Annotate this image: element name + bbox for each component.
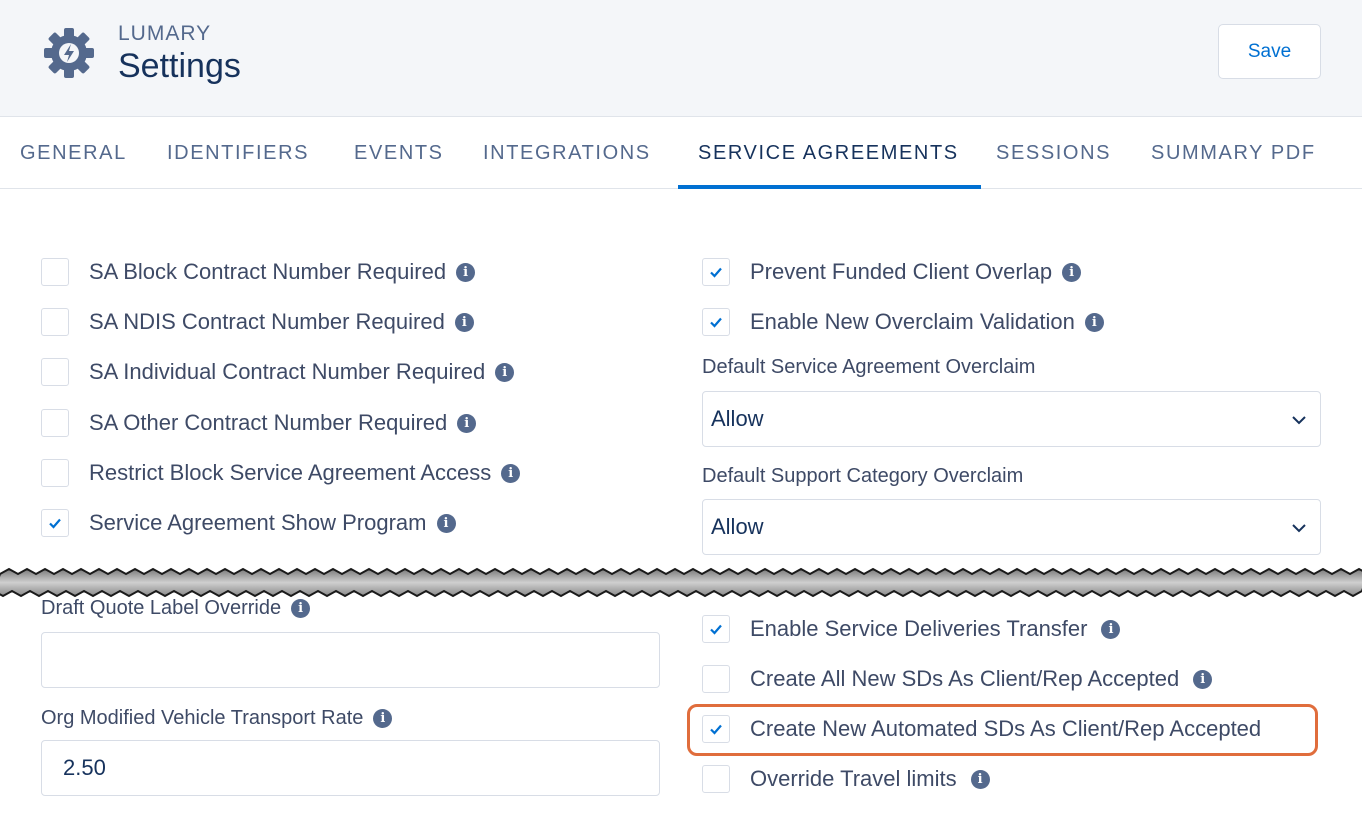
info-icon[interactable]: i	[1101, 619, 1121, 639]
setting-sa-ndis-contract-number: SA NDIS Contract Number Required i	[41, 307, 474, 337]
info-icon[interactable]: i	[1062, 262, 1082, 282]
checkbox[interactable]	[41, 509, 69, 537]
info-icon[interactable]: i	[970, 769, 990, 789]
checkbox-label: SA Other Contract Number Required	[89, 410, 448, 435]
checkbox-label: Override Travel limits	[750, 766, 957, 791]
tab-identifiers[interactable]: IDENTIFIERS	[167, 118, 309, 188]
input-label-vehicle-transport-rate: Org Modified Vehicle Transport Rate	[41, 707, 364, 729]
checkbox[interactable]	[41, 258, 69, 286]
info-icon[interactable]: i	[456, 262, 476, 282]
checkbox[interactable]	[702, 308, 730, 336]
tab-events[interactable]: EVENTS	[354, 118, 444, 188]
checkbox-label: SA Individual Contract Number Required	[89, 359, 486, 384]
chevron-down-icon	[1292, 416, 1306, 425]
checkbox[interactable]	[702, 615, 730, 643]
checkbox[interactable]	[702, 258, 730, 286]
app-name: LUMARY	[118, 22, 212, 45]
checkbox[interactable]	[702, 665, 730, 693]
checkbox-label: Service Agreement Show Program	[89, 510, 427, 535]
checkbox-label: Restrict Block Service Agreement Access	[89, 460, 492, 485]
setting-prevent-funded-client-overlap: Prevent Funded Client Overlap i	[702, 257, 1082, 287]
setting-enable-sd-transfer: Enable Service Deliveries Transfer i	[702, 614, 1121, 644]
info-icon[interactable]: i	[1193, 669, 1213, 689]
setting-sa-block-contract-number: SA Block Contract Number Required i	[41, 257, 476, 287]
checkbox-label: SA NDIS Contract Number Required	[89, 309, 445, 334]
setting-sa-show-program: Service Agreement Show Program i	[41, 508, 456, 538]
tab-integrations[interactable]: INTEGRATIONS	[483, 118, 651, 188]
info-icon[interactable]: i	[373, 709, 393, 728]
select-label-support-category-overclaim: Default Support Category Overclaim	[702, 465, 1024, 487]
vehicle-transport-rate-input[interactable]: 2.50	[41, 740, 660, 796]
setting-enable-new-overclaim-validation: Enable New Overclaim Validation i	[702, 307, 1104, 337]
settings-tabs: GENERAL IDENTIFIERS EVENTS INTEGRATIONS …	[0, 118, 1362, 189]
default-sa-overclaim-select[interactable]: Allow	[702, 391, 1321, 447]
checkbox-label: Prevent Funded Client Overlap	[750, 259, 1053, 284]
tab-service-agreements[interactable]: SERVICE AGREEMENTS	[678, 118, 981, 189]
check-icon	[710, 317, 722, 328]
setting-create-all-sds-accepted: Create All New SDs As Client/Rep Accepte…	[702, 664, 1213, 694]
info-icon[interactable]: i	[454, 312, 474, 332]
default-support-category-overclaim-select[interactable]: Allow	[702, 499, 1321, 555]
checkbox[interactable]	[41, 409, 69, 437]
info-icon[interactable]: i	[291, 599, 311, 618]
setting-restrict-block-sa-access: Restrict Block Service Agreement Access …	[41, 458, 521, 488]
info-icon[interactable]: i	[495, 362, 515, 382]
checkbox[interactable]	[702, 765, 730, 793]
draft-quote-label-input[interactable]	[41, 632, 660, 688]
info-icon[interactable]: i	[436, 513, 456, 533]
input-value: 2.50	[63, 755, 106, 780]
chevron-down-icon	[1292, 524, 1306, 533]
field-label: Default Service Agreement Overclaim	[702, 356, 1035, 379]
checkbox[interactable]	[41, 459, 69, 487]
gear-lightning-icon	[44, 28, 94, 78]
check-icon	[710, 267, 722, 278]
page-header: LUMARY Settings Save	[0, 0, 1362, 117]
tab-sessions[interactable]: SESSIONS	[996, 118, 1111, 188]
field-label: Draft Quote Label Override i	[41, 597, 311, 620]
field-label: Org Modified Vehicle Transport Rate i	[41, 707, 393, 730]
field-label: Default Support Category Overclaim	[702, 465, 1023, 488]
checkbox[interactable]	[41, 358, 69, 386]
select-value: Allow	[711, 406, 764, 431]
check-icon	[710, 624, 722, 635]
page-title: Settings	[118, 47, 241, 85]
save-button[interactable]: Save	[1218, 24, 1321, 79]
select-value: Allow	[711, 514, 764, 539]
checkbox-label: Enable Service Deliveries Transfer	[750, 616, 1088, 641]
select-label-sa-overclaim: Default Service Agreement Overclaim	[702, 356, 1036, 378]
info-icon[interactable]: i	[501, 463, 521, 483]
setting-sa-individual-contract-number: SA Individual Contract Number Required i	[41, 357, 515, 387]
info-icon[interactable]: i	[457, 413, 477, 433]
input-label-draft-quote: Draft Quote Label Override	[41, 597, 282, 619]
checkbox-label: SA Block Contract Number Required	[89, 259, 447, 284]
info-icon[interactable]: i	[1084, 312, 1104, 332]
highlight-box	[687, 704, 1318, 756]
checkbox-label: Enable New Overclaim Validation	[750, 309, 1075, 334]
tab-general[interactable]: GENERAL	[20, 118, 127, 188]
setting-sa-other-contract-number: SA Other Contract Number Required i	[41, 408, 477, 438]
checkbox-label: Create All New SDs As Client/Rep Accepte…	[750, 666, 1180, 691]
checkbox[interactable]	[41, 308, 69, 336]
tab-summary-pdf[interactable]: SUMMARY PDF	[1151, 118, 1316, 188]
setting-override-travel-limits: Override Travel limits i	[702, 764, 990, 794]
check-icon	[49, 518, 61, 529]
